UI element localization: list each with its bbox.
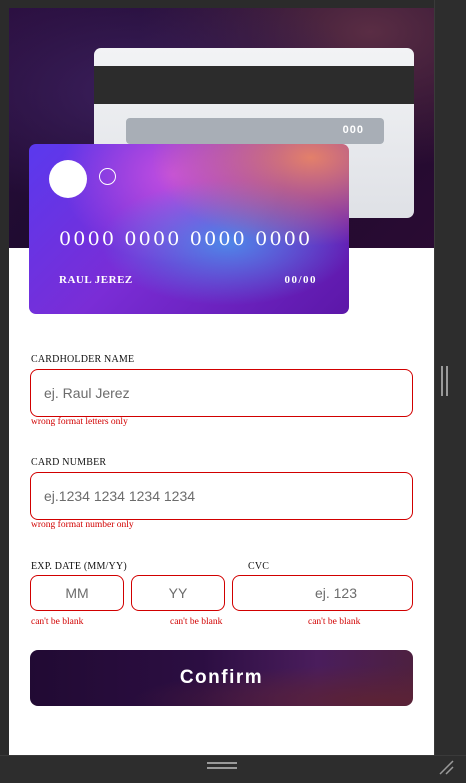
window-frame-right bbox=[434, 0, 466, 783]
card-number-error: wrong format number only bbox=[31, 520, 134, 530]
card-front-name: RAUL JEREZ bbox=[59, 274, 133, 286]
cardholder-field bbox=[30, 369, 413, 417]
exp-year-error: can't be blank bbox=[170, 617, 223, 627]
resize-handle-bottom-icon[interactable] bbox=[207, 762, 237, 769]
cardholder-input[interactable] bbox=[31, 370, 412, 416]
card-front: 0000 0000 0000 0000 RAUL JEREZ 00/00 bbox=[29, 144, 349, 314]
resize-handle-right-icon[interactable] bbox=[441, 366, 448, 396]
cvc-error: can't be blank bbox=[308, 617, 361, 627]
card-back-cvc: 000 bbox=[342, 124, 364, 136]
page-viewport: 000 0000 0000 0000 0000 RAUL JEREZ 00/00… bbox=[9, 8, 434, 755]
card-logo-ring-icon bbox=[99, 168, 116, 185]
confirm-button[interactable]: Confirm bbox=[30, 650, 413, 706]
cvc-input[interactable] bbox=[233, 576, 412, 610]
cardholder-label: CARDHOLDER NAME bbox=[31, 354, 135, 365]
exp-year-field bbox=[131, 575, 225, 611]
window-frame-bottom bbox=[0, 755, 466, 783]
cardholder-error: wrong format letters only bbox=[31, 417, 128, 427]
exp-month-input[interactable] bbox=[31, 576, 123, 610]
card-number-label: CARD NUMBER bbox=[31, 457, 107, 468]
magnetic-stripe bbox=[94, 66, 414, 104]
exp-year-input[interactable] bbox=[132, 576, 224, 610]
window-frame-left bbox=[0, 0, 9, 783]
cvc-field bbox=[232, 575, 413, 611]
card-number-input[interactable] bbox=[31, 473, 412, 519]
card-logo-circle-icon bbox=[49, 160, 87, 198]
card-front-expiry: 00/00 bbox=[284, 274, 317, 286]
card-number-field bbox=[30, 472, 413, 520]
window-frame-top bbox=[0, 0, 466, 8]
resize-corner-icon[interactable] bbox=[437, 758, 455, 776]
exp-date-label: EXP. DATE (MM/YY) bbox=[31, 561, 127, 572]
exp-month-field bbox=[30, 575, 124, 611]
card-front-number: 0000 0000 0000 0000 bbox=[59, 228, 313, 250]
signature-strip: 000 bbox=[126, 118, 384, 144]
exp-month-error: can't be blank bbox=[31, 617, 84, 627]
cvc-label: CVC bbox=[248, 561, 270, 572]
